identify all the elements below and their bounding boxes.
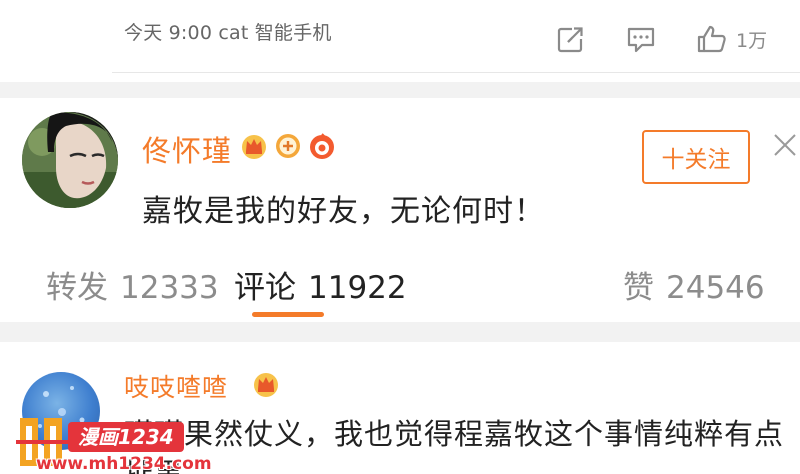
previous-post-footer: 今天 9:00 cat 智能手机 1万 — [0, 0, 800, 82]
share-icon — [557, 26, 585, 53]
tab-repost-label: 转发 — [46, 270, 108, 306]
comment-button[interactable] — [626, 24, 656, 54]
section-gap — [0, 82, 800, 98]
tab-comment-count: 11922 — [308, 270, 407, 306]
commenter-name[interactable]: 吱吱喳喳 — [124, 368, 228, 404]
main-post: 佟怀瑾 十关注 嘉牧是我的好友，无论何时！ 转发 12333 评论 11922 … — [0, 98, 800, 320]
divider — [112, 72, 800, 73]
comment-icon — [627, 27, 655, 53]
follow-button[interactable]: 十关注 — [642, 130, 750, 184]
tab-repost[interactable]: 转发 12333 — [46, 262, 219, 307]
post-content: 嘉牧是我的好友，无论何时！ — [142, 194, 545, 229]
crown-badge-icon[interactable] — [240, 132, 268, 160]
active-tab-indicator — [252, 312, 324, 317]
tab-comment[interactable]: 评论 11922 — [234, 262, 407, 307]
author-name[interactable]: 佟怀瑾 — [142, 128, 232, 170]
watermark-url: www.mh1234.com — [36, 454, 212, 474]
tab-comment-label: 评论 — [234, 270, 296, 306]
like-count: 1万 — [736, 29, 768, 52]
tab-like-count: 24546 — [666, 270, 765, 306]
post-tabs: 转发 12333 评论 11922 赞 24546 — [0, 262, 800, 320]
site-watermark: 漫画1234 www.mh1234.com — [14, 412, 212, 474]
share-button[interactable] — [556, 24, 586, 54]
like-icon — [697, 25, 726, 53]
author-badges — [240, 132, 336, 160]
watermark-tag: 漫画1234 — [68, 422, 184, 452]
like-button[interactable]: 1万 — [696, 24, 767, 54]
close-icon[interactable] — [772, 132, 798, 158]
post-meta: 今天 9:00 cat 智能手机 — [124, 22, 332, 44]
fan-badge-icon[interactable] — [308, 132, 336, 160]
crown-badge-icon[interactable] — [252, 370, 280, 398]
avatar-image — [22, 112, 118, 208]
tab-like[interactable]: 赞 24546 — [623, 262, 765, 307]
tab-repost-count: 12333 — [120, 270, 219, 306]
tab-like-label: 赞 — [623, 270, 654, 306]
weibo-post-detail: 今天 9:00 cat 智能手机 1万 佟怀瑾 十关注 嘉牧是我的好友，无论何时… — [0, 0, 800, 474]
section-gap — [0, 322, 800, 342]
author-avatar[interactable] — [22, 112, 118, 208]
medal-badge-icon[interactable] — [274, 132, 302, 160]
comment-content: 瑾瑾果然仗义，我也觉得程嘉牧这个事情纯粹有点扯黑 — [124, 417, 785, 474]
